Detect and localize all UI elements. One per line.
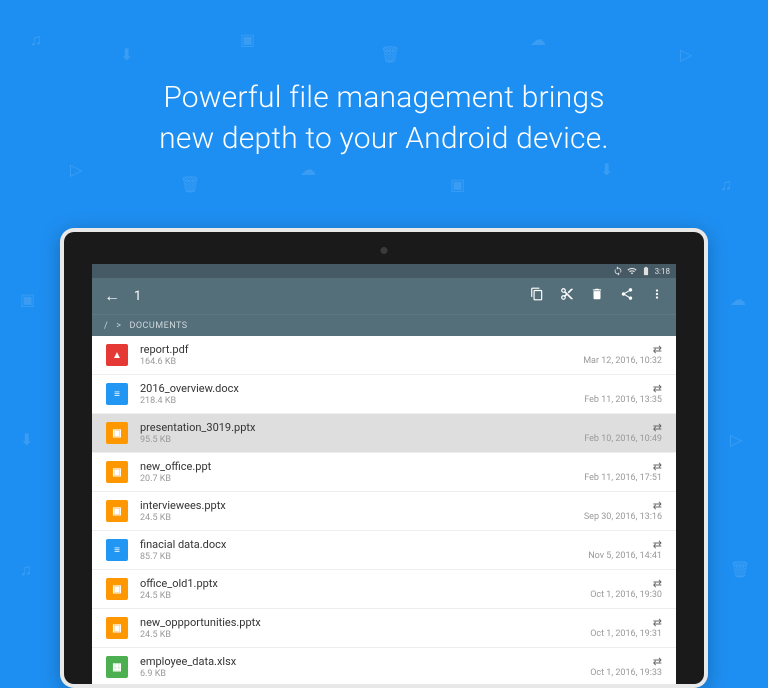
file-type-icon: ≡	[106, 383, 128, 405]
file-size: 20.7 KB	[140, 474, 584, 484]
file-name: employee_data.xlsx	[140, 655, 590, 668]
battery-icon	[641, 266, 651, 276]
share-button[interactable]	[620, 287, 634, 305]
file-size: 24.5 KB	[140, 630, 590, 640]
breadcrumb-root: /	[104, 321, 108, 331]
file-type-icon: ▣	[106, 422, 128, 444]
file-row[interactable]: ▣ new_office.ppt20.7 KB⇄Feb 11, 2016, 17:…	[92, 453, 676, 492]
file-size: 85.7 KB	[140, 552, 588, 562]
transfer-icon[interactable]: ⇄	[588, 539, 662, 550]
file-row[interactable]: ▦employee_data.xlsx6.9 KB⇄Oct 1, 2016, 1…	[92, 648, 676, 684]
file-date: Oct 1, 2016, 19:30	[590, 590, 662, 600]
file-type-icon: ▣	[106, 461, 128, 483]
file-type-icon: ▣	[106, 578, 128, 600]
file-name: new_oppportunities.pptx	[140, 616, 590, 629]
file-row[interactable]: ▲ report.pdf164.6 KB⇄Mar 12, 2016, 10:32	[92, 336, 676, 375]
file-date: Nov 5, 2016, 14:41	[588, 551, 662, 561]
transfer-icon[interactable]: ⇄	[584, 461, 662, 472]
status-time: 3:18	[655, 267, 670, 276]
delete-button[interactable]	[590, 287, 604, 305]
transfer-icon[interactable]: ⇄	[590, 578, 662, 589]
file-date: Oct 1, 2016, 19:33	[590, 668, 662, 678]
transfer-icon[interactable]: ⇄	[584, 422, 662, 433]
transfer-icon[interactable]: ⇄	[584, 383, 662, 394]
file-row[interactable]: ▣ presentation_3019.pptx95.5 KB⇄Feb 10, 2…	[92, 414, 676, 453]
chevron-right-icon: >	[116, 321, 121, 331]
file-date: Mar 12, 2016, 10:32	[583, 356, 662, 366]
file-date: Feb 11, 2016, 13:35	[584, 395, 662, 405]
file-type-icon: ▣	[106, 617, 128, 639]
file-type-icon: ▦	[106, 656, 128, 678]
file-name: interviewees.pptx	[140, 499, 584, 512]
transfer-icon[interactable]: ⇄	[590, 656, 662, 667]
sync-icon	[613, 266, 623, 276]
file-name: new_office.ppt	[140, 460, 584, 473]
file-name: office_old1.pptx	[140, 577, 590, 590]
app-bar: ← 1	[92, 278, 676, 314]
file-date: Sep 30, 2016, 13:16	[584, 512, 662, 522]
file-row[interactable]: ▣ new_oppportunities.pptx24.5 KB⇄Oct 1, 2…	[92, 609, 676, 648]
breadcrumb-current: DOCUMENTS	[129, 321, 187, 331]
transfer-icon[interactable]: ⇄	[584, 500, 662, 511]
device-screen: 3:18 ← 1 / > DOCUMENTS	[92, 264, 676, 684]
file-date: Oct 1, 2016, 19:31	[590, 629, 662, 639]
transfer-icon[interactable]: ⇄	[590, 617, 662, 628]
android-status-bar: 3:18	[92, 264, 676, 278]
file-row[interactable]: ≡ 2016_overview.docx218.4 KB⇄Feb 11, 2016…	[92, 375, 676, 414]
cut-button[interactable]	[560, 287, 574, 305]
wifi-icon	[627, 266, 637, 276]
file-type-icon: ▲	[106, 344, 128, 366]
file-row[interactable]: ▣ interviewees.pptx24.5 KB⇄Sep 30, 2016, …	[92, 492, 676, 531]
transfer-icon[interactable]: ⇄	[583, 344, 662, 355]
file-size: 24.5 KB	[140, 591, 590, 601]
file-list[interactable]: ▲report.pdf164.6 KB⇄Mar 12, 2016, 10:32≡…	[92, 336, 676, 684]
file-type-icon: ▣	[106, 500, 128, 522]
file-size: 24.5 KB	[140, 513, 584, 523]
selection-count: 1	[134, 289, 141, 304]
file-size: 164.6 KB	[140, 357, 583, 367]
tablet-camera	[381, 247, 388, 254]
file-row[interactable]: ≡ finacial data.docx85.7 KB⇄Nov 5, 2016, …	[92, 531, 676, 570]
file-size: 218.4 KB	[140, 396, 584, 406]
copy-button[interactable]	[530, 287, 544, 305]
back-button[interactable]: ←	[104, 286, 120, 306]
breadcrumb[interactable]: / > DOCUMENTS	[92, 314, 676, 336]
tablet-bezel: 3:18 ← 1 / > DOCUMENTS	[64, 232, 704, 684]
tablet-frame: 3:18 ← 1 / > DOCUMENTS	[60, 228, 708, 688]
file-size: 95.5 KB	[140, 435, 584, 445]
file-date: Feb 11, 2016, 17:51	[584, 473, 662, 483]
file-name: 2016_overview.docx	[140, 382, 584, 395]
overflow-menu-button[interactable]	[650, 287, 664, 305]
file-name: report.pdf	[140, 343, 583, 356]
file-date: Feb 10, 2016, 10:49	[584, 434, 662, 444]
file-row[interactable]: ▣ office_old1.pptx24.5 KB⇄Oct 1, 2016, 19…	[92, 570, 676, 609]
file-name: presentation_3019.pptx	[140, 421, 584, 434]
file-name: finacial data.docx	[140, 538, 588, 551]
file-type-icon: ≡	[106, 539, 128, 561]
